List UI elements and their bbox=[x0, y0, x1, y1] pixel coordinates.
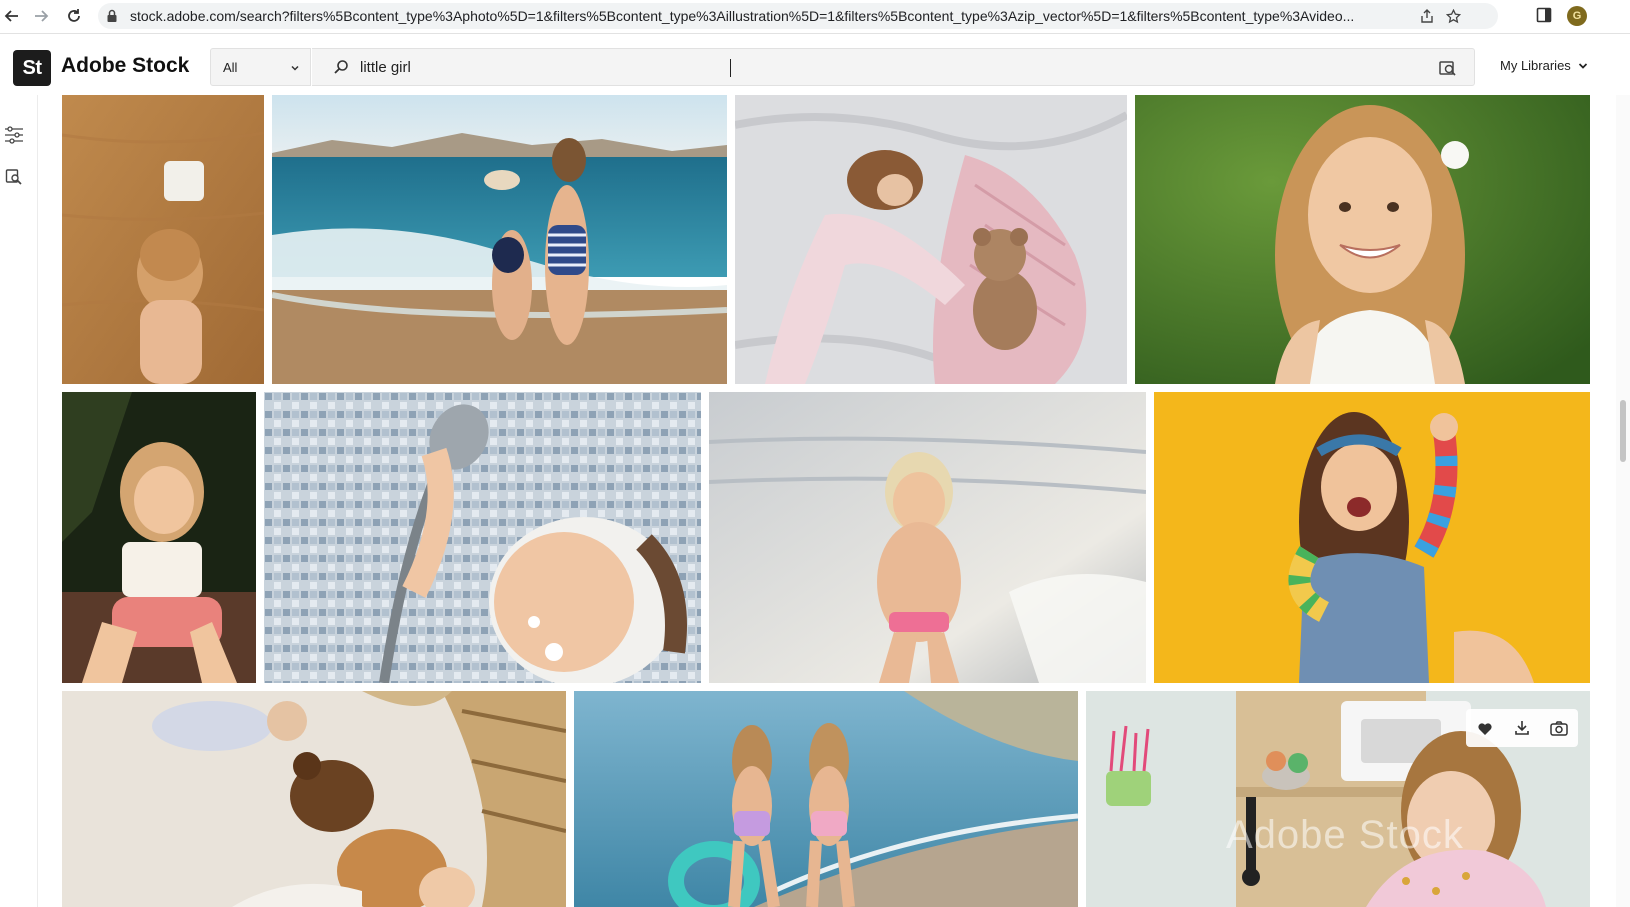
chevron-down-icon bbox=[1578, 62, 1587, 69]
result-image bbox=[264, 392, 701, 683]
profile-avatar[interactable]: G bbox=[1567, 6, 1587, 26]
result-tile-girl-play-kitchen-video[interactable]: Adobe Stock bbox=[1086, 691, 1590, 907]
dropdown-selected-value: All bbox=[223, 60, 238, 75]
bookmark-button[interactable] bbox=[1444, 7, 1462, 25]
result-image bbox=[574, 691, 1078, 907]
result-tile-girl-yellow-background[interactable] bbox=[1154, 392, 1590, 683]
visual-search-icon[interactable] bbox=[1438, 58, 1458, 78]
chevron-down-icon bbox=[291, 65, 299, 71]
tile-hover-actions bbox=[1466, 709, 1578, 747]
result-image bbox=[1154, 392, 1590, 683]
result-tile-girl-sleeping-with-teddy[interactable] bbox=[735, 95, 1127, 384]
result-tile-girls-at-beach-waves[interactable] bbox=[272, 95, 727, 384]
adobe-stock-logo[interactable]: St bbox=[13, 50, 51, 86]
forward-button[interactable] bbox=[29, 4, 53, 28]
result-image bbox=[1135, 95, 1590, 384]
side-panel-icon[interactable] bbox=[1536, 7, 1552, 23]
back-arrow-icon bbox=[4, 10, 18, 22]
search-results-grid: Adobe Stock bbox=[0, 95, 1616, 907]
text-caret bbox=[730, 59, 731, 77]
search-input[interactable] bbox=[360, 54, 1400, 80]
search-bar[interactable] bbox=[312, 48, 1475, 86]
find-similar-button[interactable] bbox=[1547, 716, 1571, 740]
lock-icon bbox=[107, 9, 117, 22]
result-image bbox=[709, 392, 1146, 683]
back-button[interactable] bbox=[0, 4, 24, 28]
camera-icon bbox=[1550, 720, 1569, 736]
result-tile-girl-shower-head[interactable] bbox=[264, 392, 701, 683]
result-tile-girl-sitting-sunlight[interactable] bbox=[62, 392, 256, 683]
reload-icon bbox=[68, 9, 80, 22]
result-image bbox=[272, 95, 727, 384]
logo-text[interactable]: Adobe Stock bbox=[61, 54, 189, 78]
address-bar[interactable]: stock.adobe.com/search?filters%5Bcontent… bbox=[98, 3, 1498, 29]
url-text: stock.adobe.com/search?filters%5Bcontent… bbox=[130, 8, 1355, 24]
star-icon bbox=[1445, 8, 1461, 23]
page-scrollbar-track[interactable] bbox=[1616, 95, 1630, 907]
reload-button[interactable] bbox=[62, 4, 86, 28]
adobe-stock-watermark: Adobe Stock bbox=[1226, 813, 1464, 857]
result-image bbox=[62, 691, 566, 907]
result-image bbox=[62, 392, 256, 683]
search-icon bbox=[334, 60, 348, 74]
my-libraries-menu[interactable]: My Libraries bbox=[1500, 58, 1589, 73]
result-image bbox=[735, 95, 1127, 384]
result-tile-smiling-girl-grass[interactable] bbox=[1135, 95, 1590, 384]
heart-icon bbox=[1478, 722, 1492, 735]
license-download-button[interactable] bbox=[1510, 716, 1534, 740]
browser-toolbar: stock.adobe.com/search?filters%5Bcontent… bbox=[0, 0, 1630, 34]
site-header: St Adobe Stock All My Libraries bbox=[0, 34, 1630, 94]
result-tile-baby-on-blanket[interactable] bbox=[62, 691, 566, 907]
content-type-dropdown[interactable]: All bbox=[210, 48, 311, 86]
result-tile-girl-on-wood-floor[interactable] bbox=[62, 95, 264, 384]
save-to-library-button[interactable] bbox=[1473, 716, 1497, 740]
my-libraries-label: My Libraries bbox=[1500, 58, 1571, 73]
share-icon bbox=[1421, 9, 1433, 23]
download-icon bbox=[1515, 721, 1529, 735]
result-tile-girl-in-sea-foam[interactable] bbox=[709, 392, 1146, 683]
result-tile-girls-walking-shore[interactable] bbox=[574, 691, 1078, 907]
page-scrollbar-thumb[interactable] bbox=[1620, 400, 1626, 462]
forward-arrow-icon bbox=[35, 10, 49, 22]
share-button[interactable] bbox=[1418, 7, 1436, 25]
result-image bbox=[62, 95, 264, 384]
